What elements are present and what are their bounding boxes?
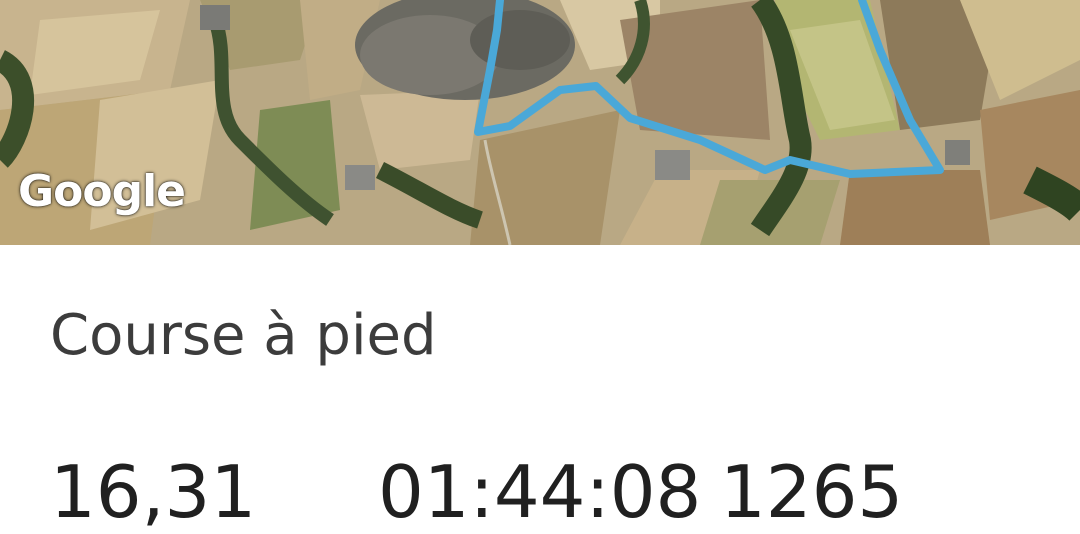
google-logo: Google [18,166,186,217]
activity-summary: Course à pied 16,31 01:44:08 1265 [0,245,1080,534]
distance-value: 16,31 [50,450,257,534]
route-map[interactable]: Google [0,0,1080,245]
duration-value: 01:44:08 [378,450,702,534]
calories-value: 1265 [720,450,904,534]
activity-type-title: Course à pied [50,303,437,368]
